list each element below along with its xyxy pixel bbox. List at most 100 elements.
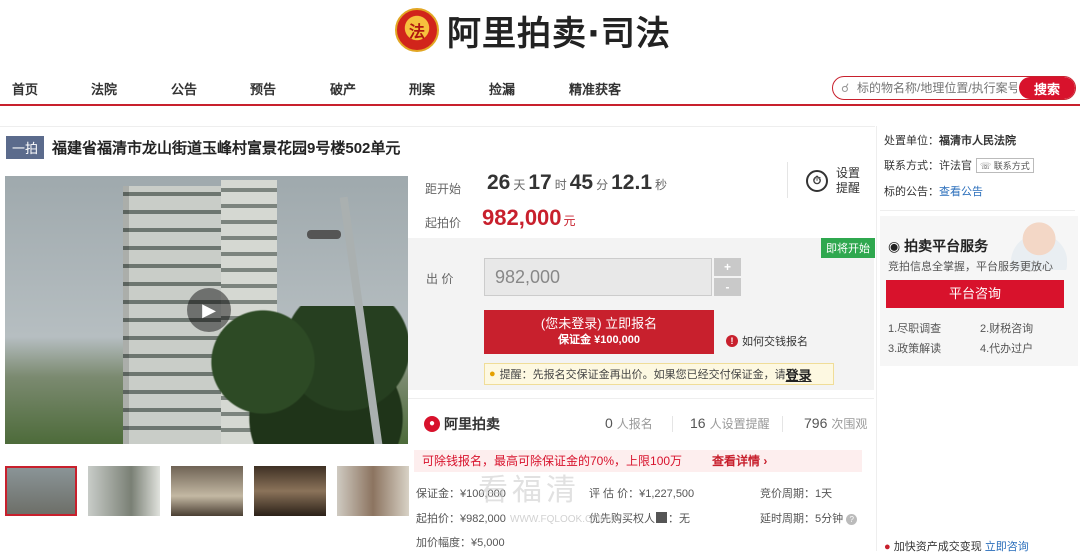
platform-consult-button[interactable]: 平台咨询 [886, 280, 1064, 308]
watermark: 看福清 [478, 473, 580, 508]
nav-item-bargain[interactable]: 捡漏 [489, 79, 515, 98]
lamp-image [307, 230, 341, 239]
countdown: 26 天 17 时 45 分 12.1 秒 [484, 171, 667, 195]
info-icon: ! [726, 335, 738, 347]
how-to-pay-label: 如何交钱报名 [742, 336, 808, 348]
signup-count-value: 0 [605, 415, 613, 431]
status-badge: 即将开始 [821, 238, 875, 258]
search-button[interactable]: 搜索 [1019, 77, 1075, 99]
set-reminder-button[interactable]: ⏱ 设置 提醒 [806, 166, 860, 196]
days-unit: 天 [513, 178, 526, 192]
fast-text: 加快资产成交变现 [893, 541, 982, 553]
help-icon[interactable]: ? [846, 514, 858, 525]
start-price-info: 起拍价：¥982,000 [416, 513, 506, 525]
start-price-label: 起拍价 [425, 216, 462, 230]
nav-item-criminal[interactable]: 刑案 [409, 79, 435, 98]
divider [880, 210, 1075, 211]
remind-label-2: 提醒 [836, 181, 861, 195]
search-box: ☌ 搜索 [832, 76, 1076, 100]
bid-amount-input[interactable]: 982,000 [484, 258, 712, 296]
disposal-unit: 处置单位：福清市人民法院 [884, 132, 1016, 148]
start-price-value: 982,000 [482, 205, 562, 230]
phone-icon: ☏ [980, 161, 992, 171]
reminder-count-value: 16 [690, 415, 706, 431]
nav-item-announcement[interactable]: 公告 [171, 79, 197, 98]
countdown-label: 距开始 [425, 182, 462, 196]
service-item-transfer[interactable]: 4.代办过户 [980, 340, 1033, 356]
consult-now-link[interactable]: 立即咨询 [985, 541, 1029, 553]
divider [787, 162, 788, 198]
decrease-bid-button[interactable]: - [714, 278, 741, 296]
round-badge: 一拍 [6, 136, 45, 159]
reminder-count: 16 人设置提醒 [690, 415, 770, 432]
cycle-info: 竞价周期：1天 [760, 488, 833, 500]
seconds-unit: 秒 [655, 178, 668, 192]
how-to-pay-link[interactable]: ! 如何交钱报名 [726, 333, 808, 349]
view-announcement-link[interactable]: 查看公告 [939, 186, 983, 198]
service-item-due-diligence[interactable]: 1.尽职调查 [888, 320, 941, 336]
disposal-unit-label: 处置单位： [884, 135, 939, 147]
days-value: 26 [487, 171, 511, 194]
fast-icon: ● [884, 541, 891, 553]
fast-asset-note: ● 加快资产成交变现 立即咨询 [884, 538, 1029, 554]
thumbnail-4[interactable] [254, 466, 326, 516]
thumbnail-2[interactable] [88, 466, 160, 516]
main-photo[interactable]: ▶ [5, 176, 408, 444]
search-icon: ☌ [841, 81, 850, 95]
seconds-value: 12.1 [611, 171, 652, 194]
increase-bid-button[interactable]: + [714, 258, 741, 276]
service-title-text: 拍卖平台服务 [904, 238, 989, 254]
minutes-value: 45 [569, 171, 594, 194]
login-link[interactable]: 登录 [786, 365, 812, 384]
notice-text: 提醒：先报名交保证金再出价。如果您已经交付保证金，请 [499, 369, 786, 381]
service-item-tax[interactable]: 2.财税咨询 [980, 320, 1033, 336]
thumbnail-strip [5, 466, 420, 516]
register-now-button[interactable]: (您未登录) 立即报名 保证金 ¥100,000 [484, 310, 714, 354]
nav-item-leads[interactable]: 精准获客 [569, 79, 621, 98]
signup-count-label: 人报名 [616, 417, 653, 431]
priority-help-icon[interactable] [656, 512, 667, 523]
deposit-label: 保证金 ¥100,000 [558, 334, 640, 346]
search-input[interactable] [857, 81, 1017, 95]
view-count-value: 796 [804, 415, 828, 431]
nav-item-home[interactable]: 首页 [12, 79, 38, 98]
thumbnail-5[interactable] [337, 466, 409, 516]
divider [672, 416, 673, 432]
platform-service-card: ◉ 拍卖平台服务 竞拍信息全掌握，平台服务更放心 平台咨询 1.尽职调查 2.财… [880, 216, 1078, 366]
login-notice: ● 提醒：先报名交保证金再出价。如果您已经交付保证金，请 登录 [484, 363, 834, 385]
nav-item-bankruptcy[interactable]: 破产 [330, 79, 356, 98]
service-subtitle: 竞拍信息全掌握，平台服务更放心 [888, 261, 1053, 273]
service-title: ◉ 拍卖平台服务 [888, 236, 988, 256]
contact-row: 联系方式：许法官 ☏ 联系方式 [884, 157, 1034, 173]
play-video-icon[interactable]: ▶ [187, 288, 231, 332]
start-price: 982,000 元 [482, 205, 576, 231]
bid-label: 出 价 [426, 272, 454, 286]
site-logo[interactable]: 法 阿里拍卖·司法 [395, 4, 671, 56]
nav-item-court[interactable]: 法院 [91, 79, 117, 98]
announcement-label: 标的公告： [884, 186, 939, 198]
appraisal-info: 评 估 价：¥1,227,500 [589, 488, 695, 500]
ali-auction-icon: ● [424, 416, 440, 432]
hours-unit: 时 [554, 178, 567, 192]
service-icon: ◉ [888, 238, 901, 254]
platform-logo: ● 阿里拍卖 [424, 414, 500, 434]
nav-item-preview[interactable]: 预告 [250, 79, 276, 98]
start-price-unit: 元 [563, 214, 576, 228]
lightbulb-icon: ● [489, 368, 496, 380]
court-emblem-icon: 法 [395, 8, 439, 52]
register-label: (您未登录) 立即报名 [540, 316, 658, 331]
brand-name: 阿里拍卖·司法 [447, 13, 671, 54]
listing-title-bar: 一拍 福建省福清市龙山街道玉峰村富景花园9号楼502单元 [6, 136, 400, 159]
contact-button[interactable]: ☏ 联系方式 [976, 158, 1034, 173]
loan-details-link[interactable]: 查看详情 › [712, 450, 767, 472]
thumbnail-3[interactable] [171, 466, 243, 516]
disposal-unit-value: 福清市人民法院 [939, 135, 1016, 147]
divider [782, 416, 783, 432]
delay-label: 延时周期：5分钟 [760, 513, 844, 525]
contact-button-label: 联系方式 [993, 161, 1030, 171]
watermark-url: WWW.FQLOOK.COM [510, 514, 609, 525]
minutes-unit: 分 [596, 178, 609, 192]
thumbnail-1[interactable] [5, 466, 77, 516]
service-item-policy[interactable]: 3.政策解读 [888, 340, 941, 356]
page-title: 福建省福清市龙山街道玉峰村富景花园9号楼502单元 [52, 140, 401, 157]
